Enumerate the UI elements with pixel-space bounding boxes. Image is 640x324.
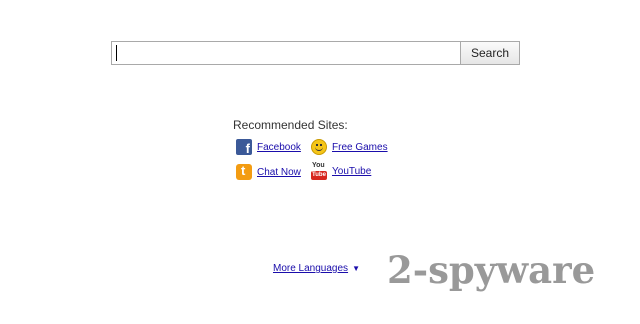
site-link-label: Free Games: [332, 141, 388, 153]
smiley-icon: [311, 139, 327, 155]
watermark-logo: 2-spyware: [387, 248, 596, 292]
site-link-youtube[interactable]: You Tube YouTube: [311, 162, 372, 180]
site-link-free-games[interactable]: Free Games: [311, 139, 388, 155]
site-link-label: Chat Now: [257, 166, 301, 178]
more-languages-link[interactable]: More Languages ▼: [273, 263, 360, 274]
search-input[interactable]: [111, 41, 460, 65]
search-button[interactable]: Search: [460, 41, 520, 65]
search-bar: Search: [111, 41, 520, 65]
dropdown-arrow-icon: ▼: [352, 264, 360, 273]
site-link-facebook[interactable]: Facebook: [236, 139, 301, 156]
youtube-icon: You Tube: [311, 162, 327, 180]
site-link-chat-now[interactable]: Chat Now: [236, 163, 301, 180]
site-link-label: YouTube: [332, 165, 372, 177]
chat-icon: [236, 163, 252, 180]
site-link-label: Facebook: [257, 141, 301, 153]
recommended-sites-heading: Recommended Sites:: [233, 118, 348, 132]
facebook-icon: [236, 139, 252, 156]
more-languages-label: More Languages: [273, 263, 349, 274]
